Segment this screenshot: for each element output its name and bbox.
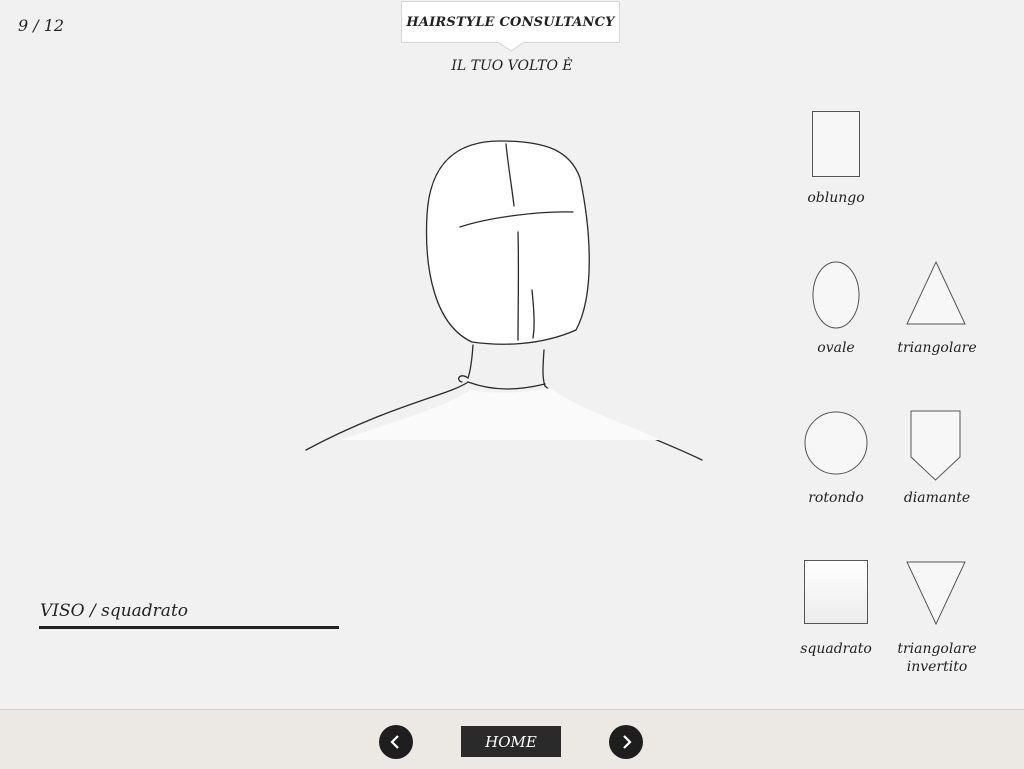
home-button-label: HOME — [485, 732, 537, 751]
shape-label-diamante[interactable]: diamante — [882, 489, 992, 507]
shape-label-line1: triangolare — [897, 641, 977, 657]
shape-squadrato-icon[interactable] — [804, 560, 869, 625]
shape-label-squadrato[interactable]: squadrato — [781, 640, 891, 658]
shape-triangolare-icon[interactable] — [905, 260, 967, 326]
prev-button[interactable] — [379, 725, 413, 759]
chevron-left-icon — [390, 735, 399, 749]
chevron-right-icon — [623, 735, 632, 749]
footer-bar: HOME — [0, 709, 1024, 769]
shape-label-oblungo[interactable]: oblungo — [781, 189, 891, 207]
shape-triangolare-invertito-icon[interactable] — [905, 560, 967, 626]
shape-ovale-icon[interactable] — [812, 260, 860, 330]
shape-label-ovale[interactable]: ovale — [781, 339, 891, 357]
shape-rotondo-icon[interactable] — [804, 410, 869, 476]
shape-label-rotondo[interactable]: rotondo — [781, 489, 891, 507]
page-counter: 9 / 12 — [18, 16, 65, 35]
shape-oblungo-icon[interactable] — [812, 111, 861, 178]
page-title: HAIRSTYLE CONSULTANCY — [401, 1, 620, 43]
shape-diamante-icon[interactable] — [910, 410, 962, 482]
shoulder-fill — [340, 388, 660, 440]
page-title-text: HAIRSTYLE CONSULTANCY — [406, 14, 615, 30]
result-underline — [39, 626, 339, 629]
home-button[interactable]: HOME — [461, 726, 561, 757]
next-button[interactable] — [609, 725, 643, 759]
face-result-text: VISO / squadrato — [40, 601, 189, 621]
shape-label-line2: invertito — [906, 659, 968, 675]
head-illustration — [305, 140, 703, 461]
page-subtitle: IL TUO VOLTO È — [451, 58, 573, 74]
shape-label-triangolare[interactable]: triangolare — [882, 339, 992, 357]
shape-label-triangolare-invertito[interactable]: triangolare invertito — [882, 640, 992, 676]
title-notch — [498, 42, 524, 52]
